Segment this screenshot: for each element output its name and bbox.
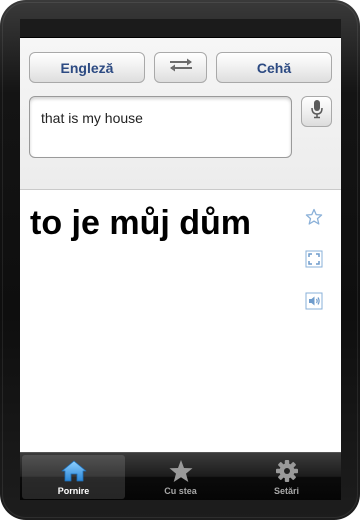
swap-languages-button[interactable] bbox=[154, 52, 207, 83]
translation-header: Engleză Cehă that is my house bbox=[20, 38, 341, 190]
source-language-label: Engleză bbox=[60, 59, 114, 76]
translation-result-text: to je můj dům bbox=[30, 204, 251, 242]
target-language-button[interactable]: Cehă bbox=[216, 52, 332, 83]
fullscreen-icon[interactable] bbox=[305, 250, 323, 268]
source-text-value: that is my house bbox=[41, 110, 143, 126]
tab-home[interactable]: Pornire bbox=[22, 455, 125, 499]
star-icon bbox=[168, 458, 194, 484]
star-translation-icon[interactable] bbox=[305, 208, 323, 226]
swap-arrows-icon bbox=[167, 57, 195, 78]
tab-starred[interactable]: Cu stea bbox=[129, 455, 232, 499]
tab-home-label: Pornire bbox=[57, 486, 90, 496]
home-icon bbox=[61, 458, 87, 484]
translation-result-area: to je můj dům bbox=[20, 190, 341, 452]
target-language-label: Cehă bbox=[256, 59, 292, 76]
source-language-button[interactable]: Engleză bbox=[29, 52, 145, 83]
tab-starred-label: Cu stea bbox=[164, 486, 197, 496]
tab-bar: Pornire Cu stea Setări bbox=[20, 452, 341, 500]
voice-input-button[interactable] bbox=[301, 96, 332, 127]
tab-settings-label: Setări bbox=[273, 486, 299, 496]
device-frame: Engleză Cehă that is my house to je můj … bbox=[0, 0, 360, 520]
gear-icon bbox=[274, 458, 300, 484]
speaker-icon[interactable] bbox=[305, 292, 323, 310]
source-text-input[interactable]: that is my house bbox=[29, 96, 292, 158]
tab-settings[interactable]: Setări bbox=[235, 455, 338, 499]
status-bar bbox=[20, 19, 341, 38]
microphone-icon bbox=[310, 99, 324, 124]
app-screen: Engleză Cehă that is my house to je můj … bbox=[20, 19, 341, 500]
